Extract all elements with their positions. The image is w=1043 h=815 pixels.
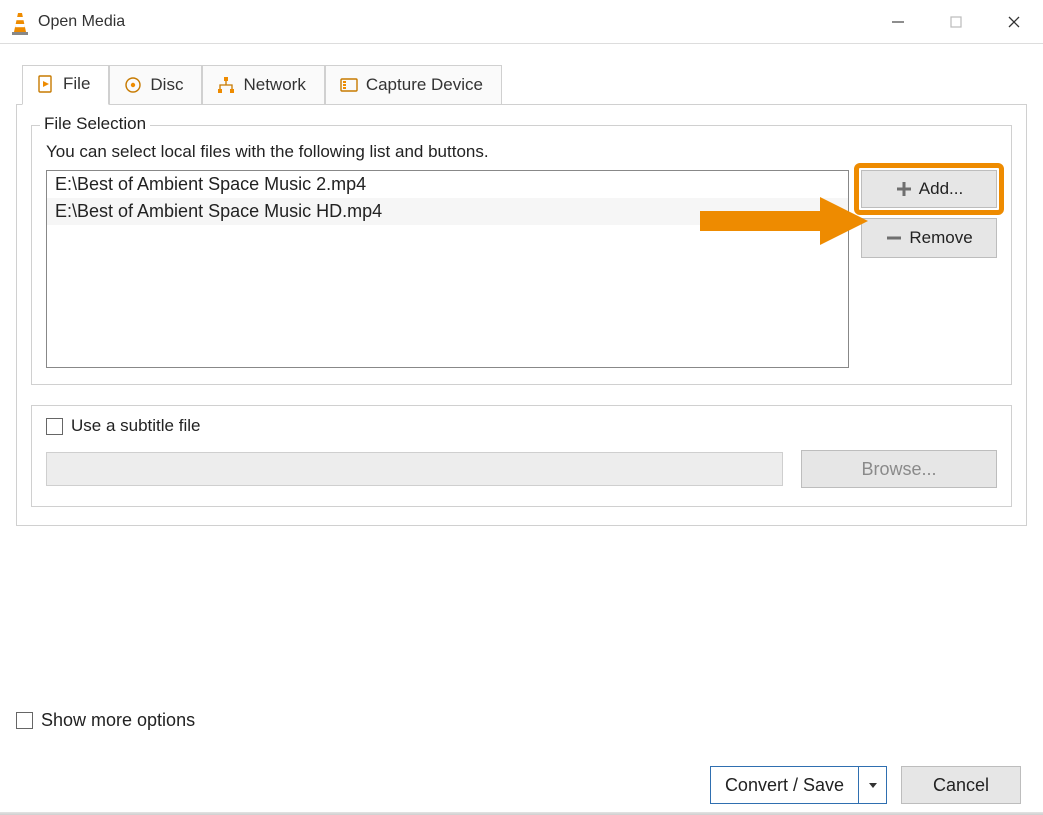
plus-icon xyxy=(895,180,913,198)
show-more-options-row: Show more options xyxy=(16,710,195,731)
dialog-buttons: Convert / Save Cancel xyxy=(710,766,1021,804)
maximize-button[interactable] xyxy=(927,0,985,43)
subtitle-checkbox-label: Use a subtitle file xyxy=(71,416,200,436)
minus-icon xyxy=(885,229,903,247)
file-selection-legend: File Selection xyxy=(40,114,150,134)
disc-icon xyxy=(124,76,142,94)
browse-button-label: Browse... xyxy=(861,459,936,480)
remove-button-label: Remove xyxy=(909,228,972,248)
file-list-item[interactable]: E:\Best of Ambient Space Music 2.mp4 xyxy=(47,171,848,198)
tab-disc[interactable]: Disc xyxy=(109,65,202,105)
tab-label: Disc xyxy=(150,75,183,95)
cancel-button-label: Cancel xyxy=(933,775,989,796)
close-button[interactable] xyxy=(985,0,1043,43)
show-more-options-label: Show more options xyxy=(41,710,195,731)
window-controls xyxy=(869,0,1043,43)
add-button-highlight: Add... xyxy=(854,163,1004,215)
tab-label: Network xyxy=(243,75,305,95)
capture-icon xyxy=(340,76,358,94)
chevron-down-icon xyxy=(868,780,878,790)
minimize-button[interactable] xyxy=(869,0,927,43)
file-list-item[interactable]: E:\Best of Ambient Space Music HD.mp4 xyxy=(47,198,848,225)
tab-network[interactable]: Network xyxy=(202,65,324,105)
file-icon xyxy=(37,75,55,93)
subtitle-checkbox[interactable] xyxy=(46,418,63,435)
tab-capture-device[interactable]: Capture Device xyxy=(325,65,502,105)
add-button-label: Add... xyxy=(919,179,963,199)
network-icon xyxy=(217,76,235,94)
vlc-icon xyxy=(10,12,30,32)
subtitle-group: Use a subtitle file Browse... xyxy=(31,405,1012,507)
convert-save-label: Convert / Save xyxy=(711,767,858,803)
file-panel: File Selection You can select local file… xyxy=(16,104,1027,526)
convert-save-dropdown[interactable] xyxy=(858,767,886,803)
show-more-options-checkbox[interactable] xyxy=(16,712,33,729)
subtitle-path-input[interactable] xyxy=(46,452,783,486)
tab-label: File xyxy=(63,74,90,94)
file-list[interactable]: E:\Best of Ambient Space Music 2.mp4 E:\… xyxy=(46,170,849,368)
tabstrip: File Disc Network Capture Devi xyxy=(22,64,1027,104)
tab-label: Capture Device xyxy=(366,75,483,95)
tab-file[interactable]: File xyxy=(22,65,109,105)
file-selection-group: File Selection You can select local file… xyxy=(31,125,1012,385)
file-selection-helper: You can select local files with the foll… xyxy=(46,142,997,162)
convert-save-button[interactable]: Convert / Save xyxy=(710,766,887,804)
add-button[interactable]: Add... xyxy=(861,170,997,208)
cancel-button[interactable]: Cancel xyxy=(901,766,1021,804)
browse-button[interactable]: Browse... xyxy=(801,450,997,488)
remove-button[interactable]: Remove xyxy=(861,218,997,258)
titlebar: Open Media xyxy=(0,0,1043,44)
window-title: Open Media xyxy=(38,13,869,31)
